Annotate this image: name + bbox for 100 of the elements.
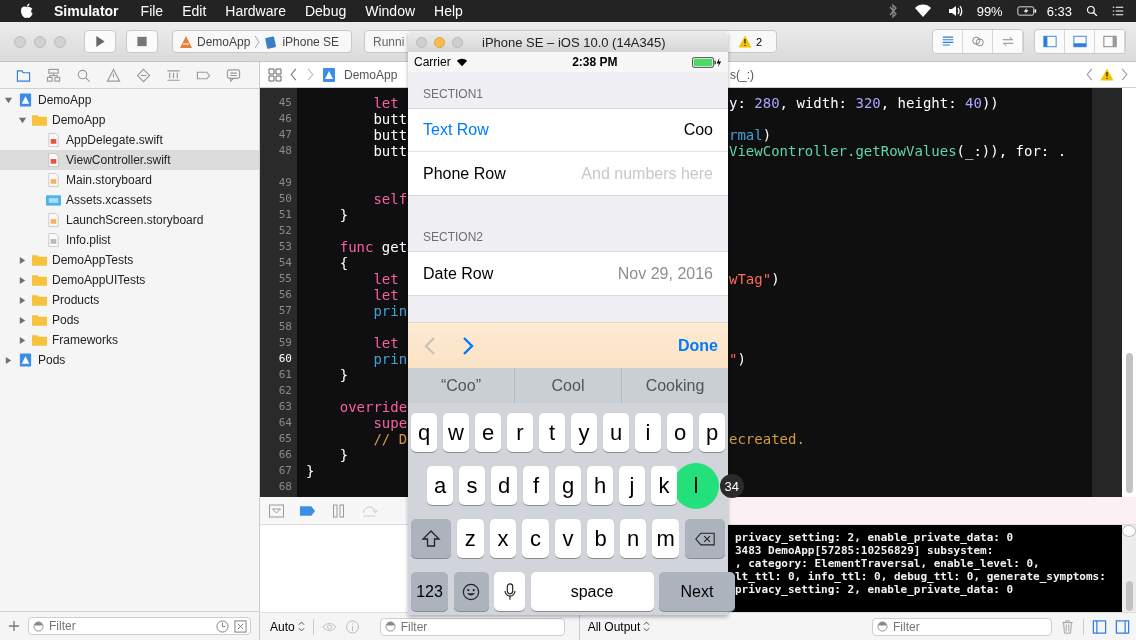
expanded-disclosure-icon[interactable]	[4, 95, 13, 105]
table-row[interactable]: Date Row Nov 29, 2016	[408, 252, 728, 295]
keyboard-key[interactable]: j	[618, 466, 646, 505]
delete-key[interactable]	[685, 519, 725, 558]
hide-debug-area-icon[interactable]	[268, 503, 285, 518]
breakpoint-icon[interactable]	[299, 503, 316, 518]
collapsed-disclosure-icon[interactable]	[18, 255, 27, 265]
battery-icon[interactable]	[1016, 3, 1037, 19]
recent-files-icon[interactable]	[216, 619, 229, 633]
shift-key[interactable]	[411, 519, 451, 558]
keyboard-key[interactable]: w	[442, 413, 470, 452]
text-field[interactable]: Coo	[488, 121, 713, 139]
search-icon[interactable]	[1086, 3, 1098, 19]
scheme-selector[interactable]: DemoApp iPhone SE	[172, 30, 352, 53]
file-tree-item[interactable]: DemoApp	[0, 90, 259, 110]
window-minimize-button[interactable]	[434, 36, 445, 48]
file-tree-item[interactable]: AppDelegate.swift	[0, 130, 259, 150]
keyboard-key[interactable]: e	[474, 413, 502, 452]
keyboard-key[interactable]: u	[602, 413, 630, 452]
pause-icon[interactable]	[330, 503, 347, 518]
warning-icon[interactable]	[1100, 68, 1114, 81]
file-tree-item[interactable]: DemoAppTests	[0, 250, 259, 270]
filter-field[interactable]: Filter	[379, 617, 565, 636]
file-tree-item[interactable]: Products	[0, 290, 259, 310]
keyboard-key[interactable]: l	[682, 466, 710, 505]
variables-view-toggle-icon[interactable]	[1092, 619, 1107, 634]
next-field-icon[interactable]	[462, 335, 474, 356]
keyboard-key[interactable]: b	[587, 519, 614, 558]
file-tree-item[interactable]: Pods	[0, 350, 259, 370]
emoji-key[interactable]	[453, 572, 489, 611]
file-tree-item[interactable]: DemoApp	[0, 110, 259, 130]
collapsed-disclosure-icon[interactable]	[18, 335, 27, 345]
related-items-icon[interactable]	[268, 67, 282, 82]
keyboard-key[interactable]: q	[410, 413, 438, 452]
wifi-icon[interactable]	[912, 3, 933, 19]
warning-icon[interactable]	[737, 35, 752, 48]
keyboard-key[interactable]: d	[490, 466, 518, 505]
keyboard-key[interactable]: h	[586, 466, 614, 505]
file-tree-item[interactable]: ViewController.swift	[0, 150, 259, 170]
keyboard-key[interactable]: 123	[411, 572, 448, 611]
file-tree-item[interactable]: DemoAppUITests	[0, 270, 259, 290]
file-tree-item[interactable]: Main.storyboard	[0, 170, 259, 190]
keyboard-key[interactable]: n	[619, 519, 647, 558]
table-row[interactable]: Text Row Coo	[408, 109, 728, 152]
keyboard-key[interactable]: i	[634, 413, 662, 452]
forward-icon[interactable]	[306, 68, 314, 81]
output-popup[interactable]: All Output	[587, 619, 651, 634]
trash-icon[interactable]	[1060, 619, 1075, 634]
apple-icon[interactable]	[20, 3, 34, 19]
keyboard-key[interactable]: m	[652, 519, 679, 558]
expanded-disclosure-icon[interactable]	[18, 115, 27, 125]
device-name[interactable]: iPhone SE	[282, 34, 340, 49]
collapsed-disclosure-icon[interactable]	[18, 295, 27, 305]
stop-button[interactable]	[126, 30, 158, 53]
keyboard-key[interactable]: k	[650, 466, 678, 505]
filter-field[interactable]: Filter	[28, 617, 251, 635]
keyboard-key[interactable]: z	[457, 519, 484, 558]
keyboard-key[interactable]: f	[522, 466, 550, 505]
menu-item[interactable]: Hardware	[225, 3, 286, 19]
variables-scope-popup[interactable]: Auto	[270, 619, 305, 634]
back-icon[interactable]	[290, 68, 298, 81]
keyboard-key[interactable]: Next	[659, 572, 735, 611]
keyboard-key[interactable]: y	[570, 413, 598, 452]
keyboard-key[interactable]: x	[489, 519, 517, 558]
collapsed-disclosure-icon[interactable]	[18, 315, 27, 325]
file-tree-item[interactable]: LaunchScreen.storyboard	[0, 210, 259, 230]
menu-app-name[interactable]: Simulator	[54, 3, 119, 19]
menu-item[interactable]: File	[140, 3, 164, 19]
keyboard-key[interactable]: p	[698, 413, 726, 452]
scrollbar-thumb[interactable]	[1125, 581, 1133, 611]
dictation-key[interactable]	[494, 572, 525, 611]
file-tree-item[interactable]: Frameworks	[0, 330, 259, 350]
table-row[interactable]: Phone Row And numbers here	[408, 152, 728, 195]
keyboard-key[interactable]: r	[506, 413, 534, 452]
breadcrumb-item[interactable]: s(_:)	[730, 67, 754, 82]
add-icon[interactable]	[8, 620, 20, 632]
menu-item[interactable]: Help	[434, 3, 463, 19]
scm-filter-icon[interactable]	[234, 619, 247, 633]
file-tree-item[interactable]: Assets.xcassets	[0, 190, 259, 210]
keyboard-key[interactable]: o	[666, 413, 694, 452]
keyboard-key[interactable]: g	[554, 466, 582, 505]
menu-item[interactable]: Window	[365, 3, 416, 19]
keyboard-key[interactable]: c	[522, 519, 549, 558]
text-field[interactable]: And numbers here	[505, 164, 713, 183]
previous-issue-icon[interactable]	[1086, 68, 1094, 81]
scheme-name[interactable]: DemoApp	[197, 34, 251, 49]
file-tree-item[interactable]: Info.plist	[0, 230, 259, 250]
keyboard-key[interactable]: s	[458, 466, 486, 505]
collapsed-disclosure-icon[interactable]	[4, 355, 13, 365]
breadcrumb-item[interactable]: DemoApp	[344, 67, 398, 82]
console-view-toggle-icon[interactable]	[1115, 619, 1130, 634]
menu-item[interactable]: Debug	[304, 3, 347, 19]
scrollbar-thumb[interactable]	[1125, 353, 1133, 493]
keyboard-key[interactable]: t	[538, 413, 566, 452]
keyboard-key[interactable]: a	[426, 466, 454, 505]
menu-item[interactable]: Edit	[182, 3, 207, 19]
filter-field[interactable]: Filter	[872, 617, 1052, 636]
file-tree-item[interactable]: Pods	[0, 310, 259, 330]
suggestion-item[interactable]: Cooking	[622, 368, 728, 403]
keyboard-key[interactable]: space	[530, 572, 654, 611]
